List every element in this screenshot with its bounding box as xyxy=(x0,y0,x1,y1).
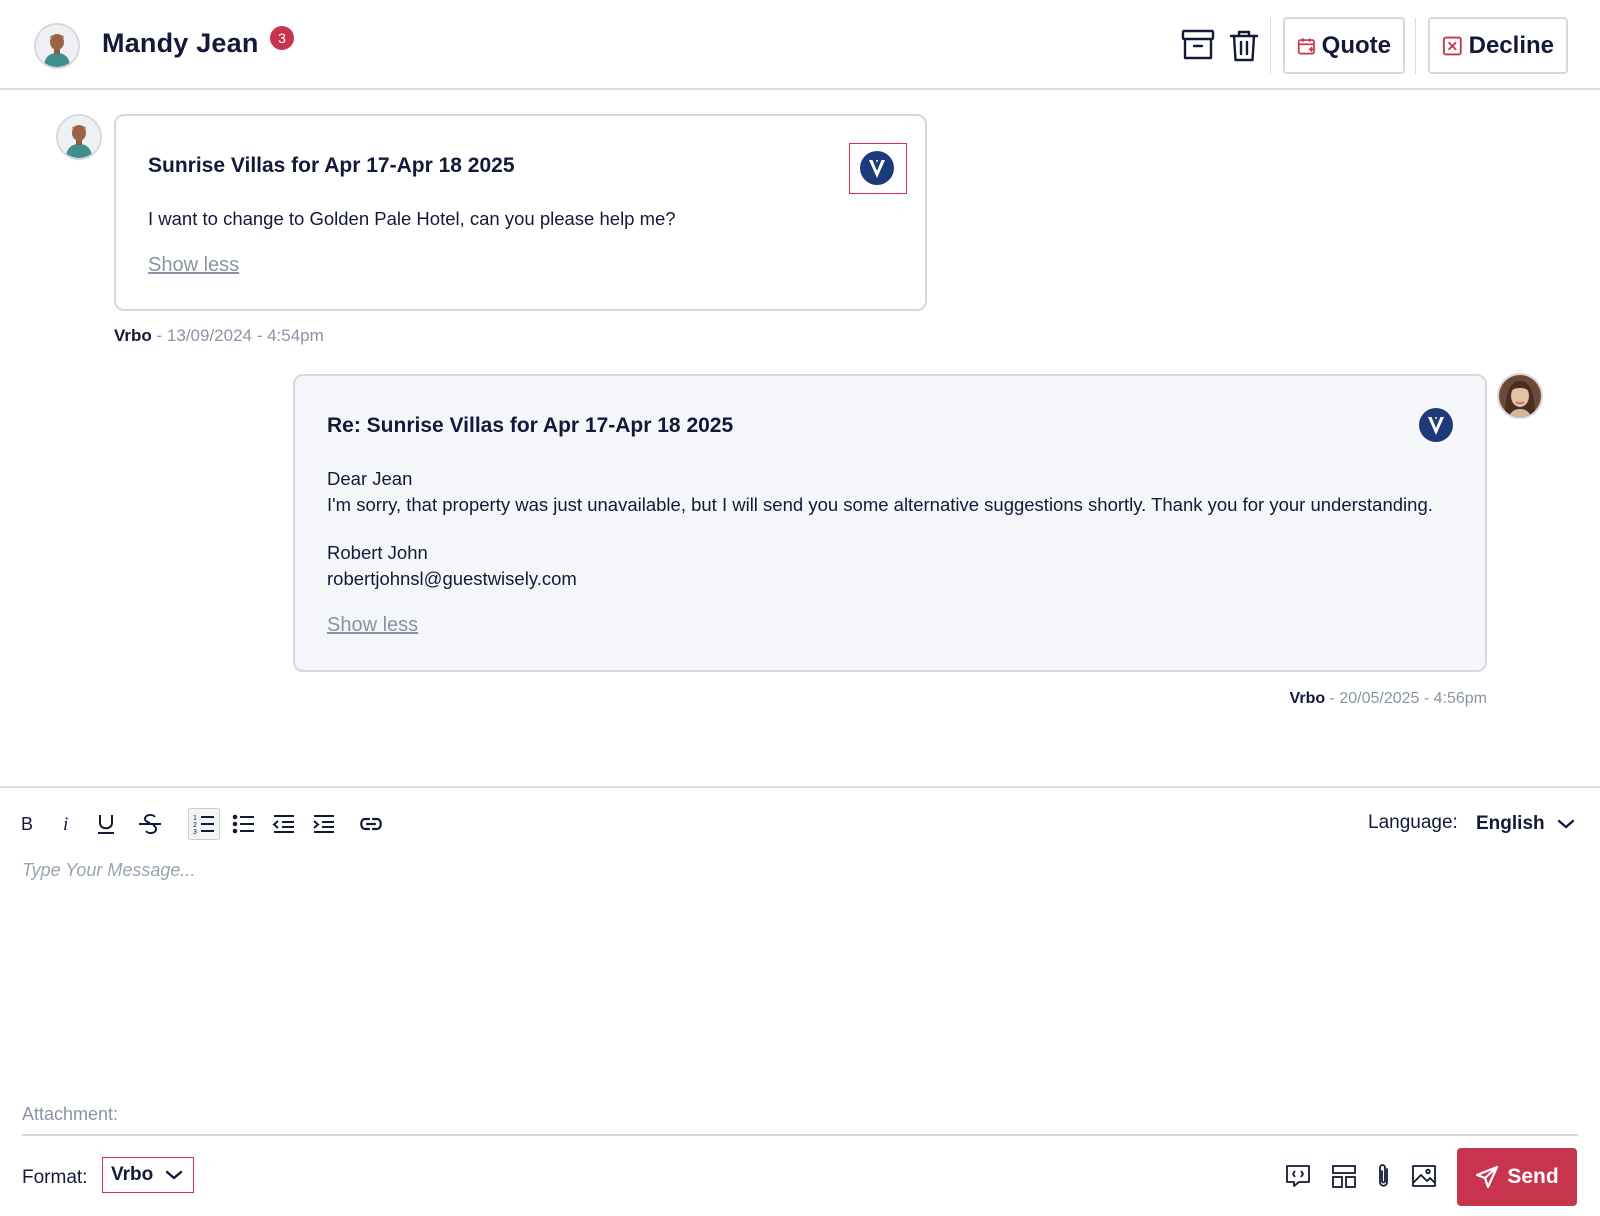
message-composer: B i 1 2 3 Language: English Type Your Me… xyxy=(0,786,1600,1216)
vrbo-logo-highlight xyxy=(849,143,907,194)
send-button[interactable]: Send xyxy=(1457,1148,1577,1206)
indent-button[interactable] xyxy=(308,808,340,840)
send-label: Send xyxy=(1507,1165,1559,1188)
language-select[interactable]: English xyxy=(1476,808,1582,840)
outdent-button[interactable] xyxy=(268,808,300,840)
svg-text:3: 3 xyxy=(193,829,197,835)
agent-avatar xyxy=(1497,373,1543,419)
attachment-divider xyxy=(22,1134,1578,1136)
message-meta: Vrbo - 20/05/2025 - 4:56pm xyxy=(1290,690,1487,708)
chevron-down-icon xyxy=(166,1170,183,1180)
layout-icon xyxy=(1332,1165,1356,1188)
message-card-outgoing: Re: Sunrise Villas for Apr 17-Apr 18 202… xyxy=(293,374,1487,672)
chevron-down-icon xyxy=(1557,819,1574,829)
bullet-list-icon xyxy=(232,814,254,834)
paperclip-icon xyxy=(1379,1164,1388,1187)
vrbo-logo-icon xyxy=(1419,408,1453,442)
contact-name: Mandy Jean xyxy=(102,28,259,58)
message-body: I want to change to Golden Pale Hotel, c… xyxy=(148,208,676,229)
template-code-button[interactable] xyxy=(1283,1161,1313,1191)
message-timestamp: - 20/05/2025 - 4:56pm xyxy=(1325,690,1487,707)
insert-image-button[interactable] xyxy=(1409,1161,1439,1191)
strikethrough-button[interactable] xyxy=(134,808,166,840)
language-value: English xyxy=(1476,813,1545,834)
quote-button[interactable]: Quote xyxy=(1283,17,1405,74)
message-timestamp: - 13/09/2024 - 4:54pm xyxy=(151,326,324,345)
language-label: Language: xyxy=(1368,812,1458,833)
attach-file-button[interactable] xyxy=(1369,1161,1399,1191)
notification-badge: 3 xyxy=(270,26,294,50)
format-select[interactable]: Vrbo xyxy=(102,1157,194,1193)
svg-text:i: i xyxy=(63,814,68,834)
ordered-list-icon: 1 2 3 xyxy=(193,815,214,835)
quote-label: Quote xyxy=(1321,31,1391,59)
signature-email: robertjohnsl@guestwisely.com xyxy=(327,568,577,589)
message-channel: Vrbo xyxy=(114,326,152,345)
message-code-icon xyxy=(1286,1165,1310,1187)
svg-text:B: B xyxy=(21,814,33,834)
layout-template-button[interactable] xyxy=(1329,1161,1359,1191)
bold-icon: B xyxy=(21,814,33,834)
italic-icon: i xyxy=(63,814,68,834)
archive-icon[interactable] xyxy=(1180,27,1216,63)
svg-text:1: 1 xyxy=(193,815,197,822)
message-greeting: Dear Jean xyxy=(327,468,413,489)
format-label: Format: xyxy=(22,1167,88,1188)
message-channel: Vrbo xyxy=(1289,690,1326,707)
decline-label: Decline xyxy=(1468,31,1554,59)
show-less-link[interactable]: Show less xyxy=(148,254,239,277)
link-icon xyxy=(360,817,382,831)
outdent-icon xyxy=(272,815,294,833)
underline-icon xyxy=(98,815,114,834)
sender-avatar xyxy=(56,114,102,160)
message-title: Re: Sunrise Villas for Apr 17-Apr 18 202… xyxy=(327,414,734,437)
message-input[interactable] xyxy=(22,860,1578,1060)
trash-icon[interactable] xyxy=(1226,27,1262,63)
conversation-header: Mandy Jean 3 Quote Decline xyxy=(0,0,1600,90)
vrbo-logo-icon xyxy=(860,151,894,185)
bullet-list-button[interactable] xyxy=(228,808,260,840)
link-button[interactable] xyxy=(355,808,387,840)
message-body: I'm sorry, that property was just unavai… xyxy=(327,494,1433,515)
attachment-label: Attachment: xyxy=(22,1104,119,1124)
ordered-list-button[interactable]: 1 2 3 xyxy=(188,808,220,840)
bold-button[interactable]: B xyxy=(11,808,43,840)
message-meta: Vrbo - 13/09/2024 - 4:54pm xyxy=(114,326,324,346)
italic-button[interactable]: i xyxy=(50,808,82,840)
svg-text:2: 2 xyxy=(193,822,197,829)
strikethrough-icon xyxy=(139,813,161,835)
message-card-incoming: Sunrise Villas for Apr 17-Apr 18 2025 I … xyxy=(114,114,927,311)
format-value: Vrbo xyxy=(111,1164,154,1185)
decline-button[interactable]: Decline xyxy=(1428,17,1568,74)
indent-icon xyxy=(313,815,334,833)
header-divider xyxy=(1270,18,1271,74)
underline-button[interactable] xyxy=(90,808,122,840)
calendar-icon xyxy=(1297,37,1315,54)
image-icon xyxy=(1412,1165,1436,1187)
message-title: Sunrise Villas for Apr 17-Apr 18 2025 xyxy=(148,154,515,177)
show-less-link[interactable]: Show less xyxy=(327,614,418,637)
contact-avatar[interactable] xyxy=(34,23,80,69)
close-square-icon xyxy=(1442,36,1462,55)
send-icon xyxy=(1476,1165,1499,1189)
signature-name: Robert John xyxy=(327,542,428,563)
header-divider xyxy=(1415,18,1416,74)
